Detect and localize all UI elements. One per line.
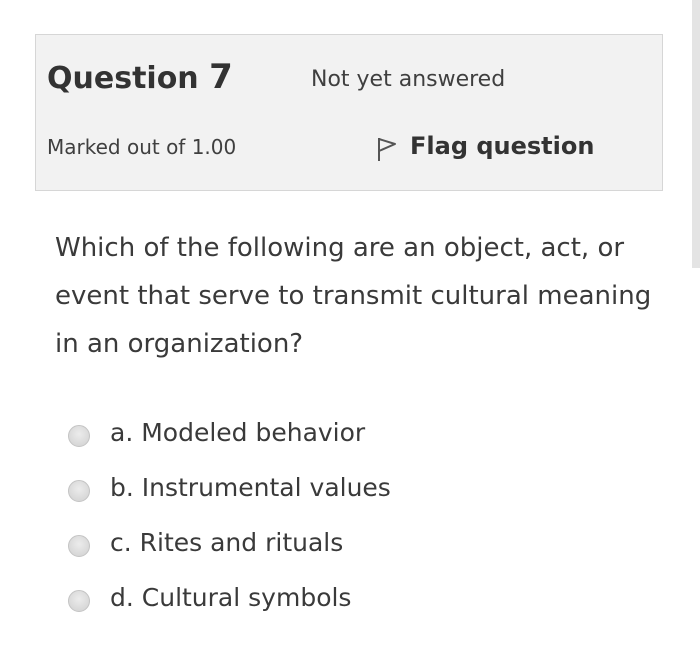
answer-option-c[interactable]: c. Rites and rituals [68, 515, 391, 570]
answer-label: c. Rites and rituals [110, 528, 344, 557]
answer-label: d. Cultural symbols [110, 583, 352, 612]
radio-button[interactable] [68, 534, 90, 557]
question-grade: Marked out of 1.00 [47, 135, 237, 159]
question-text: Which of the following are an object, ac… [55, 233, 652, 359]
answer-option-b[interactable]: b. Instrumental values [68, 460, 391, 515]
radio-button[interactable] [68, 589, 90, 612]
radio-button[interactable] [68, 424, 90, 447]
answer-option-d[interactable]: d. Cultural symbols [68, 570, 391, 625]
answer-label: b. Instrumental values [110, 473, 391, 502]
question-state: Not yet answered [311, 67, 506, 92]
scrollbar[interactable] [692, 0, 700, 268]
answer-label: a. Modeled behavior [110, 418, 366, 447]
radio-button[interactable] [68, 479, 90, 502]
flag-question-label: Flag question [410, 132, 595, 160]
question-title: Question 7 [47, 57, 233, 97]
question-info-panel: Question 7 Not yet answered Marked out o… [35, 34, 663, 191]
answer-option-a[interactable]: a. Modeled behavior [68, 405, 391, 460]
answer-list: a. Modeled behavior b. Instrumental valu… [68, 405, 391, 625]
question-number: 7 [209, 57, 233, 97]
flag-question-button[interactable]: Flag question [376, 130, 594, 162]
question-title-prefix: Question [47, 61, 199, 96]
flag-icon [376, 136, 398, 162]
